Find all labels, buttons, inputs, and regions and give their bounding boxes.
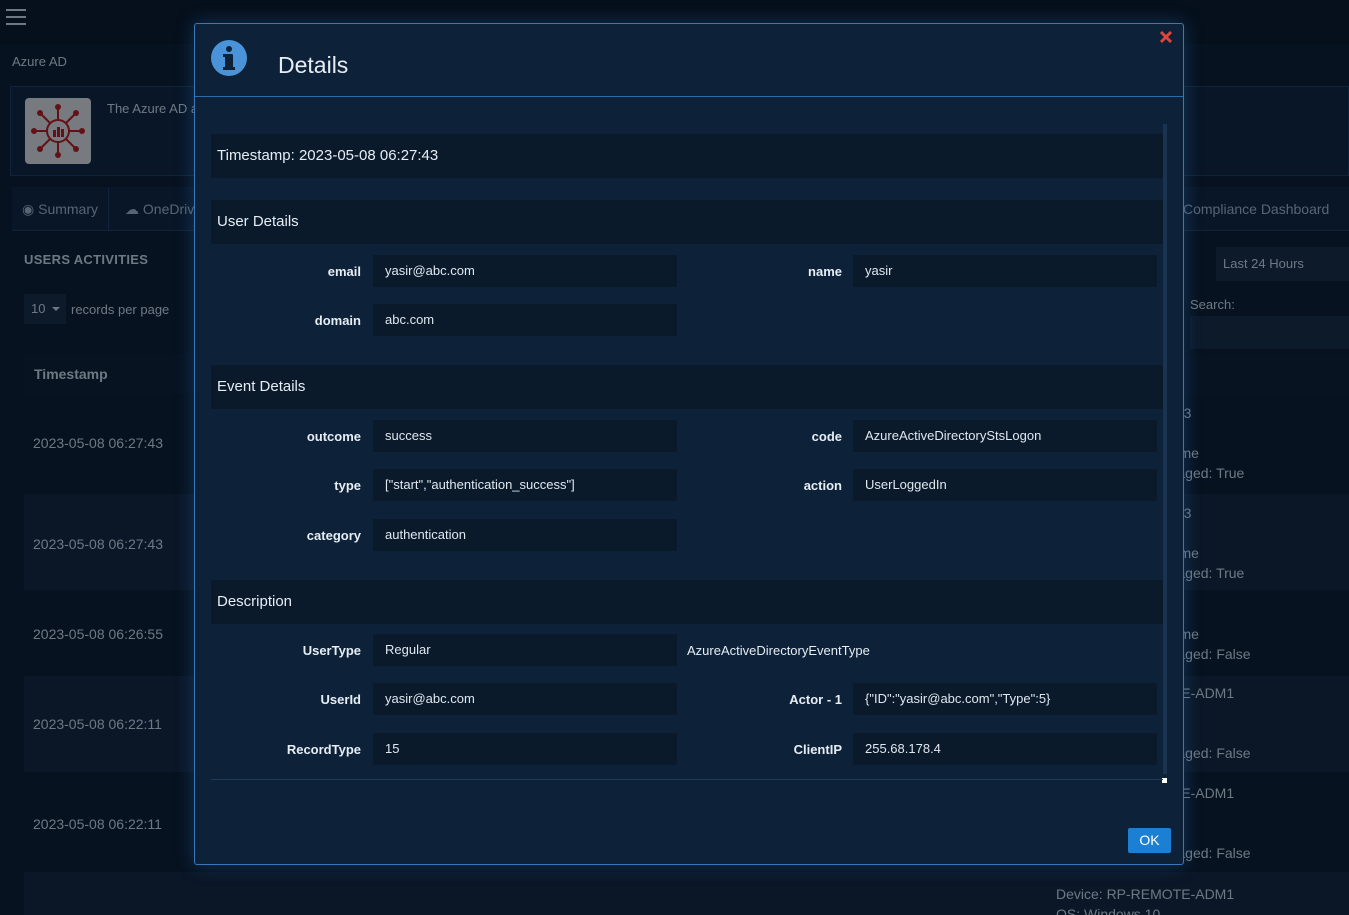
timestamp-band: Timestamp: 2023-05-08 06:27:43: [211, 134, 1163, 178]
divider: [211, 779, 1163, 780]
user-details-heading: User Details: [211, 200, 1163, 244]
userid-value: yasir@abc.com: [373, 683, 677, 715]
clientip-value: 255.68.178.4: [853, 733, 1157, 765]
modal-body: Timestamp: 2023-05-08 06:27:43 User Deta…: [211, 122, 1169, 812]
recordtype-label: RecordType: [286, 742, 361, 757]
category-value: authentication: [373, 519, 677, 551]
event-details-heading: Event Details: [211, 365, 1163, 409]
actor-value: {"ID":"yasir@abc.com","Type":5}: [853, 683, 1157, 715]
type-label: type: [334, 478, 361, 493]
name-label: name: [808, 264, 842, 279]
domain-value: abc.com: [373, 304, 677, 336]
action-label: action: [803, 478, 842, 493]
actor-label: Actor - 1: [789, 692, 842, 707]
outcome-value: success: [373, 420, 677, 452]
ok-button[interactable]: OK: [1128, 828, 1171, 853]
code-value: AzureActiveDirectoryStsLogon: [853, 420, 1157, 452]
code-label: code: [811, 429, 842, 444]
usertype-label: UserType: [302, 643, 361, 658]
action-value: UserLoggedIn: [853, 469, 1157, 501]
eventtype-label: AzureActiveDirectoryEventType: [687, 643, 870, 658]
userid-label: UserId: [320, 692, 361, 707]
domain-label: domain: [314, 313, 361, 328]
outcome-label: outcome: [306, 429, 361, 444]
modal-header: Details: [195, 24, 1183, 97]
clientip-label: ClientIP: [793, 742, 842, 757]
modal-title: Details: [278, 52, 349, 78]
name-value: yasir: [853, 255, 1157, 287]
info-icon: [210, 39, 248, 77]
email-value: yasir@abc.com: [373, 255, 677, 287]
usertype-value: Regular: [373, 634, 677, 666]
type-value: ["start","authentication_success"]: [373, 469, 677, 501]
close-icon[interactable]: [1159, 30, 1173, 44]
details-modal: Details Timestamp: 2023-05-08 06:27:43 U…: [194, 23, 1184, 865]
description-heading: Description: [211, 580, 1163, 624]
recordtype-value: 15: [373, 733, 677, 765]
email-label: email: [327, 264, 361, 279]
category-label: category: [306, 528, 361, 543]
